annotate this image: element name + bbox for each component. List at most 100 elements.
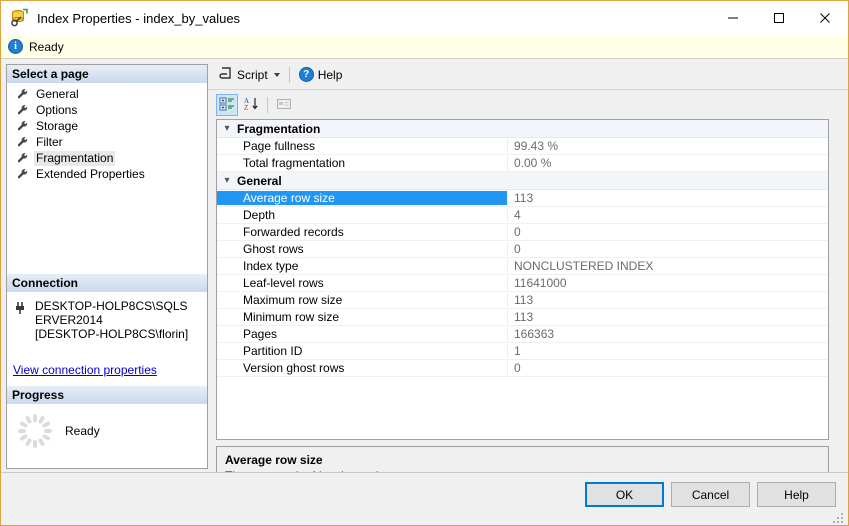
status-text: Ready — [29, 39, 64, 54]
categorized-view-button[interactable] — [216, 94, 238, 116]
help-button-footer[interactable]: Help — [757, 482, 836, 507]
sidebar-item-general[interactable]: General — [7, 86, 207, 102]
property-grid-toolbar: A Z — [208, 90, 848, 120]
property-name: Version ghost rows — [243, 361, 345, 375]
property-value: 0 — [507, 225, 828, 239]
dialog-buttons: OK Cancel Help — [585, 482, 836, 507]
property-category-fragmentation[interactable]: ▾ Fragmentation — [217, 120, 828, 138]
help-icon: ? — [298, 67, 314, 82]
category-label: Fragmentation — [237, 121, 321, 136]
index-database-icon — [9, 8, 29, 28]
property-row-maximum-row-size[interactable]: Maximum row size 113 — [217, 292, 828, 309]
wrench-icon — [16, 119, 30, 133]
grid-toolbar-separator — [267, 97, 268, 113]
connection-user: [DESKTOP-HOLP8CS\florin] — [35, 327, 189, 341]
property-row-depth[interactable]: Depth 4 — [217, 207, 828, 224]
property-row-minimum-row-size[interactable]: Minimum row size 113 — [217, 309, 828, 326]
property-pages-button[interactable] — [273, 94, 295, 116]
property-name: Ghost rows — [243, 242, 304, 256]
property-name: Pages — [243, 327, 278, 341]
svg-text:Z: Z — [244, 104, 248, 112]
property-row-ghost-rows[interactable]: Ghost rows 0 — [217, 241, 828, 258]
chevron-down-icon[interactable]: ▾ — [217, 123, 237, 134]
select-a-page-header: Select a page — [7, 65, 207, 84]
sidebar-item-filter[interactable]: Filter — [7, 134, 207, 150]
script-label: Script — [237, 67, 268, 82]
property-value: NONCLUSTERED INDEX — [507, 259, 828, 273]
property-value: 99.43 % — [507, 139, 828, 153]
minimize-button[interactable] — [710, 1, 756, 35]
sidebar-item-fragmentation[interactable]: Fragmentation — [7, 150, 207, 166]
view-connection-properties-link[interactable]: View connection properties — [13, 363, 207, 377]
property-category-general[interactable]: ▾ General — [217, 172, 828, 190]
property-value: 11641000 — [507, 276, 828, 290]
progress-body: Ready — [7, 405, 207, 449]
wrench-icon — [16, 151, 30, 165]
chevron-down-icon[interactable]: ▾ — [217, 175, 237, 186]
resize-grip[interactable] — [833, 513, 845, 525]
page-list: General Options Storage Filter Fragmenta… — [7, 84, 207, 182]
connection-details: DESKTOP-HOLP8CS\SQLSERVER2014 [DESKTOP-H… — [35, 299, 190, 341]
info-icon: i — [8, 39, 23, 54]
alphabetical-sort-button[interactable]: A Z — [240, 94, 262, 116]
connection-header: Connection — [7, 274, 207, 293]
script-button[interactable]: Script — [215, 64, 284, 85]
sidebar-item-storage[interactable]: Storage — [7, 118, 207, 134]
description-title: Average row size — [225, 453, 323, 467]
sidebar-item-options[interactable]: Options — [7, 102, 207, 118]
property-row-partition-id[interactable]: Partition ID 1 — [217, 343, 828, 360]
property-value: 1 — [507, 344, 828, 358]
property-row-average-row-size[interactable]: Average row size 113 — [217, 190, 828, 207]
dialog-body: Select a page General Options Storage Fi… — [1, 60, 848, 504]
connection-plug-icon — [13, 300, 29, 316]
property-value: 4 — [507, 208, 828, 222]
sidebar-item-label: General — [36, 86, 79, 101]
property-name: Forwarded records — [243, 225, 344, 239]
property-name: Depth — [243, 208, 276, 222]
progress-text: Ready — [65, 424, 100, 438]
property-name: Leaf-level rows — [243, 276, 324, 290]
property-row-forwarded-records[interactable]: Forwarded records 0 — [217, 224, 828, 241]
property-row-version-ghost-rows[interactable]: Version ghost rows 0 — [217, 360, 828, 377]
ok-button[interactable]: OK — [585, 482, 664, 507]
connection-body: DESKTOP-HOLP8CS\SQLSERVER2014 [DESKTOP-H… — [7, 293, 207, 341]
status-bar: i Ready — [1, 35, 848, 59]
property-row-index-type[interactable]: Index type NONCLUSTERED INDEX — [217, 258, 828, 275]
progress-header: Progress — [7, 386, 207, 405]
close-button[interactable] — [802, 1, 848, 35]
sidebar-item-label: Filter — [36, 134, 63, 149]
property-row-total-fragmentation[interactable]: Total fragmentation 0.00 % — [217, 155, 828, 172]
dialog-toolbar: Script ? Help — [208, 60, 848, 90]
property-row-page-fullness[interactable]: Page fullness 99.43 % — [217, 138, 828, 155]
property-value: 0.00 % — [507, 156, 828, 170]
wrench-icon — [16, 87, 30, 101]
sidebar-item-label: Fragmentation — [34, 150, 116, 166]
property-value: 166363 — [507, 327, 828, 341]
help-button[interactable]: ? Help — [295, 64, 347, 85]
sidebar-item-extended-properties[interactable]: Extended Properties — [7, 166, 207, 182]
property-row-pages[interactable]: Pages 166363 — [217, 326, 828, 343]
property-value: 0 — [507, 361, 828, 375]
wrench-icon — [16, 167, 30, 181]
cancel-button[interactable]: Cancel — [671, 482, 750, 507]
categorized-view-icon — [219, 96, 235, 115]
wrench-icon — [16, 135, 30, 149]
property-pages-icon — [276, 96, 292, 115]
window-title: Index Properties - index_by_values — [37, 10, 241, 26]
property-name: Minimum row size — [243, 310, 340, 324]
title-bar[interactable]: Index Properties - index_by_values — [1, 1, 848, 35]
index-properties-window: Index Properties - index_by_values i Rea… — [0, 0, 849, 526]
property-row-leaf-level-rows[interactable]: Leaf-level rows 11641000 — [217, 275, 828, 292]
progress-section: Progress Ready — [7, 386, 207, 449]
left-pane: Select a page General Options Storage Fi… — [6, 64, 208, 469]
sidebar-item-label: Storage — [36, 118, 79, 133]
chevron-down-icon[interactable] — [273, 72, 280, 77]
property-grid[interactable]: ▾ Fragmentation Page fullness 99.43 % To… — [216, 119, 829, 440]
property-value: 113 — [507, 293, 828, 307]
property-value: 0 — [507, 242, 828, 256]
script-icon — [219, 66, 233, 83]
property-name: Maximum row size — [243, 293, 343, 307]
help-label: Help — [317, 67, 343, 82]
maximize-button[interactable] — [756, 1, 802, 35]
right-pane: Script ? Help A Z ▾ Fragmentation Page f… — [208, 60, 848, 504]
